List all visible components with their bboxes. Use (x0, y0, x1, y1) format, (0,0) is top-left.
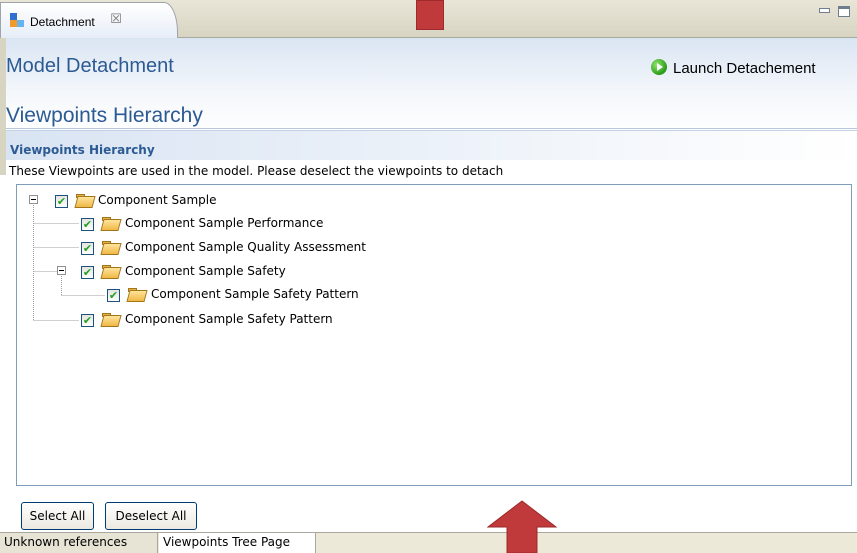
header-divider (6, 128, 857, 129)
tree-item-label[interactable]: Component Sample (98, 192, 216, 208)
tree-checkbox[interactable]: ✔ (81, 266, 94, 279)
tree-item-label[interactable]: Component Sample Performance (125, 215, 323, 231)
tree-item-label[interactable]: Component Sample Safety Pattern (125, 311, 333, 327)
editor-tab-label: Detachment (30, 15, 95, 29)
tree-checkbox[interactable]: ✔ (55, 195, 68, 208)
viewpoints-tree[interactable]: ✔ Component Sample ✔ Component Sample Pe… (16, 184, 852, 486)
tree-item-label[interactable]: Component Sample Safety (125, 263, 286, 279)
launch-detachment-label: Launch Detachement (673, 60, 816, 77)
tree-checkbox[interactable]: ✔ (81, 218, 94, 231)
play-icon (651, 59, 667, 75)
folder-icon (102, 241, 119, 254)
section-header[interactable]: Viewpoints Hierarchy (6, 130, 857, 160)
tab-unknown-references[interactable]: Unknown references (0, 533, 158, 553)
collapse-icon[interactable] (29, 195, 38, 204)
tree-checkbox[interactable]: ✔ (81, 242, 94, 255)
annotation-arrow-top (416, 0, 444, 30)
tab-viewpoints-tree-page[interactable]: Viewpoints Tree Page (159, 533, 316, 553)
tree-checkbox[interactable]: ✔ (81, 314, 94, 327)
section-heading: Viewpoints Hierarchy (10, 143, 155, 157)
folder-icon (102, 313, 119, 326)
editor-tab-detachment[interactable]: Detachment ☒ (0, 2, 178, 38)
folder-icon (102, 265, 119, 278)
page-title: Model Detachment (6, 55, 174, 77)
minimize-icon[interactable] (818, 6, 830, 17)
page-tab-strip: Unknown references Viewpoints Tree Page (0, 532, 857, 553)
form-subtitle: Viewpoints Hierarchy (6, 104, 203, 127)
folder-icon (76, 194, 93, 207)
maximize-icon[interactable] (838, 6, 850, 17)
collapse-icon[interactable] (57, 266, 66, 275)
tree-checkbox[interactable]: ✔ (107, 289, 120, 302)
close-icon[interactable]: ☒ (108, 12, 124, 28)
section-description: These Viewpoints are used in the model. … (9, 164, 504, 178)
folder-icon (102, 217, 119, 230)
detachment-icon (10, 13, 24, 27)
select-all-button[interactable]: Select All (21, 502, 94, 530)
tree-item-label[interactable]: Component Sample Safety Pattern (151, 286, 359, 302)
annotation-arrow-up (487, 500, 557, 553)
deselect-all-button[interactable]: Deselect All (105, 502, 197, 530)
tree-item-label[interactable]: Component Sample Quality Assessment (125, 239, 366, 255)
folder-icon (128, 288, 145, 301)
